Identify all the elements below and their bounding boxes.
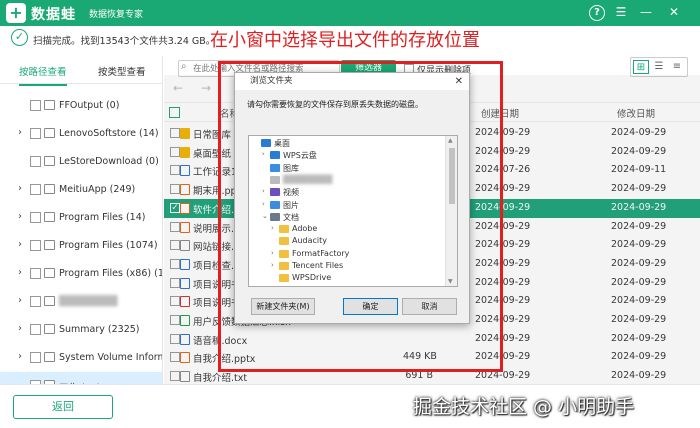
folder-checkbox[interactable] [30, 212, 41, 223]
scan-complete-icon: ✓ [11, 29, 28, 46]
search-icon: ⌕ [181, 61, 187, 72]
folder-icon [44, 240, 55, 250]
folder-checkbox[interactable] [30, 240, 41, 251]
sidebar-folder-item[interactable]: › LenovoSoftstore (14) [0, 120, 162, 148]
detail-view-icon[interactable]: ≡ [669, 60, 685, 74]
expand-arrow-icon[interactable]: › [18, 239, 22, 250]
sidebar-folder-item[interactable]: FFOutput (0) [0, 92, 162, 120]
sidebar-folder-item[interactable]: › MeitiuApp (249) [0, 176, 162, 204]
view-switcher: ⊞ ☰ ≡ [630, 57, 688, 77]
sidebar-folder-item[interactable]: › System Volume Informati [0, 344, 162, 372]
folder-label: System Volume Informati [59, 352, 162, 363]
list-view-icon[interactable]: ☰ [651, 60, 667, 74]
annotation-text: 在小窗中选择导出文件的存放位置 [210, 30, 480, 51]
folder-checkbox[interactable] [30, 100, 41, 111]
sidebar-tabs: 按路径查看 按类型查看 [0, 56, 162, 86]
sidebar-folder-item[interactable]: › Program Files (1074) [0, 232, 162, 260]
folder-label: Summary (2325) [59, 324, 140, 335]
folder-icon [44, 184, 55, 194]
menu-icon[interactable]: ☰ [613, 5, 629, 21]
highlight-frame [218, 61, 503, 372]
folder-icon [44, 212, 55, 222]
folder-checkbox[interactable] [30, 128, 41, 139]
folder-icon [44, 352, 55, 362]
folder-label: Program Files (14) [59, 212, 146, 223]
app-name: 数据蛙 [31, 7, 76, 23]
expand-arrow-icon[interactable]: › [18, 323, 22, 334]
folder-label: Program Files (1074) [59, 240, 158, 251]
expand-arrow-icon[interactable]: › [18, 267, 22, 278]
scan-status-text: 扫描完成。找到13543个文件共3.24 GB。 [33, 36, 216, 47]
folder-checkbox[interactable] [30, 156, 41, 167]
sidebar: 按路径查看 按类型查看 FFOutput (0) › LenovoSoftstore… [0, 56, 163, 384]
folder-checkbox[interactable] [30, 184, 41, 195]
app-subtitle: 数据恢复专家 [89, 10, 144, 20]
sidebar-folder-item[interactable]: ⌄工作 (35) [0, 372, 162, 384]
folder-checkbox[interactable] [30, 324, 41, 335]
folder-label: LeStoreDownload (0) [59, 156, 159, 167]
folder-checkbox[interactable] [30, 352, 41, 363]
help-icon[interactable]: ? [589, 5, 605, 21]
folder-icon [44, 296, 55, 306]
close-icon[interactable]: ✕ [666, 5, 682, 21]
folder-checkbox[interactable] [30, 296, 41, 307]
folder-label: ████████ [59, 296, 118, 307]
sidebar-folder-item[interactable]: › Summary (2325) [0, 316, 162, 344]
expand-arrow-icon[interactable]: › [18, 127, 22, 138]
sidebar-folder-item[interactable]: › Program Files (x86) (1976 [0, 260, 163, 288]
tab-by-path[interactable]: 按路径查看 [19, 64, 67, 86]
expand-arrow-icon[interactable]: › [18, 351, 22, 362]
sidebar-folder-item[interactable]: › Program Files (14) [0, 204, 162, 232]
folder-icon [44, 324, 55, 334]
expand-arrow-icon[interactable]: › [18, 295, 22, 306]
folder-icon [44, 156, 55, 166]
title-bar: + 数据蛙 数据恢复专家 ? ☰ — ✕ [0, 0, 700, 26]
folder-icon [44, 100, 55, 110]
sidebar-folder-item[interactable]: LeStoreDownload (0) [0, 148, 162, 176]
watermark: 掘金技术社区 @ 小明助手 [413, 396, 635, 418]
folder-checkbox[interactable] [30, 268, 41, 279]
folder-label: Program Files (x86) (1976 [59, 268, 163, 279]
expand-arrow-icon[interactable]: › [18, 183, 22, 194]
sidebar-folder-item[interactable]: › ████████ [0, 288, 162, 316]
return-button[interactable]: 返回 [13, 395, 113, 419]
expand-arrow-icon[interactable]: › [18, 211, 22, 222]
bottom-bar: 返回 掘金技术社区 @ 小明助手 [0, 384, 700, 428]
folder-label: LenovoSoftstore (14) [59, 128, 159, 139]
folder-label: FFOutput (0) [59, 100, 120, 111]
tab-by-type[interactable]: 按类型查看 [98, 64, 146, 78]
folder-label: MeitiuApp (249) [59, 184, 136, 195]
folder-icon [44, 268, 55, 278]
folder-icon [44, 128, 55, 138]
app-logo-icon: + [6, 3, 26, 23]
minimize-icon[interactable]: — [638, 5, 654, 21]
grid-view-icon[interactable]: ⊞ [633, 60, 649, 74]
